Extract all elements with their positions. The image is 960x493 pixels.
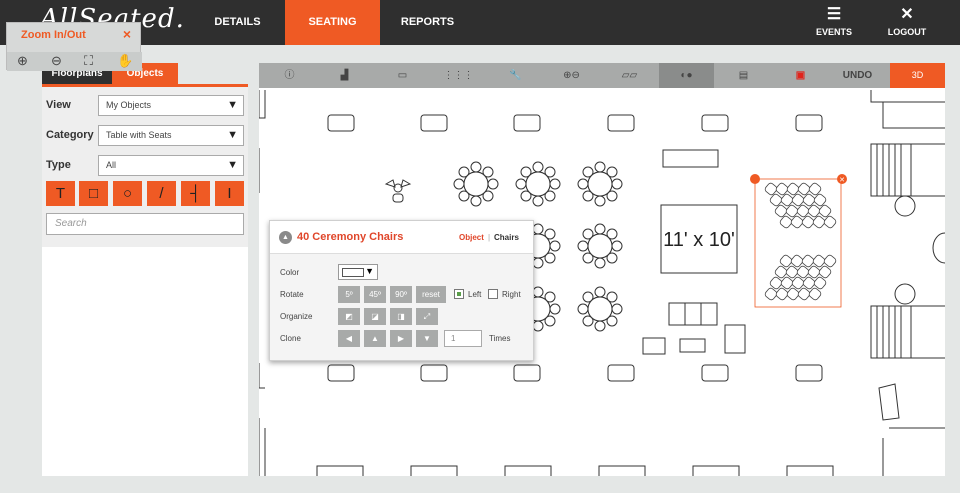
view-select-value: My Objects bbox=[106, 100, 152, 110]
left-checkbox[interactable] bbox=[454, 289, 464, 299]
info-icon[interactable]: ⓘ bbox=[262, 63, 317, 88]
color-picker[interactable]: ▼ bbox=[338, 264, 378, 280]
sidebar-filters: View My Objects ▼ Category Table with Se… bbox=[42, 87, 248, 247]
clone-count-input[interactable]: 1 bbox=[444, 330, 482, 347]
fit-screen-icon[interactable]: ⛶ bbox=[84, 53, 93, 69]
logout-label: LOGOUT bbox=[887, 27, 927, 37]
wall-tool-button[interactable]: ┤ bbox=[181, 181, 210, 206]
view-label: View bbox=[46, 99, 71, 111]
pan-hand-icon[interactable]: ✋ bbox=[117, 53, 133, 69]
svg-text:✕: ✕ bbox=[839, 176, 845, 184]
type-select-value: All bbox=[106, 160, 117, 170]
color-swatch bbox=[342, 268, 364, 277]
nav-tab-details[interactable]: DETAILS bbox=[195, 0, 280, 45]
chevron-down-icon: ▼ bbox=[227, 99, 238, 111]
type-select[interactable]: All ▼ bbox=[98, 155, 244, 176]
collapse-icon[interactable]: ▲ bbox=[279, 231, 292, 244]
undo-button[interactable]: UNDO bbox=[830, 63, 885, 88]
grid-icon[interactable]: ⋮⋮⋮ bbox=[431, 63, 486, 88]
pdf-icon[interactable]: ▣ bbox=[773, 63, 828, 88]
toggle-icon[interactable]: ◐● bbox=[659, 63, 714, 88]
clone-up-icon[interactable]: ▲ bbox=[364, 330, 386, 347]
zoom-out-icon[interactable]: ⊖ bbox=[51, 53, 62, 69]
canvas-toolbar: ⓘ ▟ ▭ ⋮⋮⋮ 🔧 ⊕⊖ ▱▱ ◐● ▤ ▣ UNDO 3D bbox=[259, 63, 945, 88]
rotate-reset-button[interactable]: reset bbox=[416, 286, 446, 303]
category-select[interactable]: Table with Seats ▼ bbox=[98, 125, 244, 146]
zoom-icon[interactable]: ⊕⊖ bbox=[544, 63, 599, 88]
view-select[interactable]: My Objects ▼ bbox=[98, 95, 244, 116]
rotate-5-button[interactable]: 5º bbox=[338, 286, 360, 303]
nav-tab-reports[interactable]: REPORTS bbox=[385, 0, 470, 45]
dialog-title: 40 Ceremony Chairs bbox=[297, 231, 404, 243]
right-checkbox-label: Right bbox=[502, 290, 521, 299]
zoom-in-icon[interactable]: ⊕ bbox=[17, 53, 28, 69]
pillar-tool-button[interactable]: I bbox=[215, 181, 244, 206]
numbering-icon[interactable]: ▱▱ bbox=[602, 63, 657, 88]
chevron-down-icon: ▼ bbox=[227, 159, 238, 171]
ellipse-tool-button[interactable]: ○ bbox=[113, 181, 142, 206]
objects-sidebar: Floorplans Objects View My Objects ▼ Cat… bbox=[42, 63, 248, 476]
events-label: EVENTS bbox=[815, 27, 852, 37]
search-input[interactable]: Search bbox=[46, 213, 244, 235]
clone-left-icon[interactable]: ◀ bbox=[338, 330, 360, 347]
zoom-tools: ⊕ ⊖ ⛶ ✋ bbox=[7, 52, 142, 71]
ruler-icon[interactable]: ▭ bbox=[375, 63, 430, 88]
zoom-popup: Zoom In/Out × ⊕ ⊖ ⛶ ✋ bbox=[6, 22, 142, 71]
dance-floor-label: 11' x 10' bbox=[663, 229, 735, 251]
view-3d-button[interactable]: 3D bbox=[890, 63, 945, 88]
logout-button[interactable]: ✕ LOGOUT bbox=[877, 6, 937, 37]
right-checkbox[interactable] bbox=[488, 289, 498, 299]
tab-chairs[interactable]: Chairs bbox=[494, 233, 519, 242]
zoom-popup-title: Zoom In/Out bbox=[21, 29, 86, 41]
wrench-icon[interactable]: 🔧 bbox=[488, 63, 543, 88]
clone-down-icon[interactable]: ▼ bbox=[416, 330, 438, 347]
category-label: Category bbox=[46, 129, 94, 141]
organize-top-left-icon[interactable]: ◩ bbox=[338, 308, 360, 325]
line-tool-button[interactable]: / bbox=[147, 181, 176, 206]
rectangle-tool-button[interactable]: □ bbox=[79, 181, 108, 206]
layout-icon[interactable]: ▟ bbox=[317, 63, 372, 88]
tab-separator: | bbox=[488, 233, 491, 242]
chevron-down-icon: ▼ bbox=[227, 129, 238, 141]
clone-label: Clone bbox=[280, 334, 301, 343]
shape-tools: T □ ○ / ┤ I bbox=[46, 181, 244, 206]
dialog-header: ▲ 40 Ceremony Chairs Object | Chairs bbox=[270, 221, 533, 254]
organize-top-icon[interactable]: ◪ bbox=[364, 308, 386, 325]
type-label: Type bbox=[46, 159, 71, 171]
object-properties-dialog: ▲ 40 Ceremony Chairs Object | Chairs Col… bbox=[269, 220, 534, 361]
rotate-label: Rotate bbox=[280, 290, 304, 299]
menu-icon: ☰ bbox=[826, 6, 842, 23]
events-button[interactable]: ☰ EVENTS bbox=[804, 6, 864, 37]
top-navigation-bar: AllSeated. DETAILS SEATING REPORTS ☰ EVE… bbox=[0, 0, 960, 45]
text-tool-button[interactable]: T bbox=[46, 181, 75, 206]
print-icon[interactable]: ▤ bbox=[716, 63, 771, 88]
tab-object[interactable]: Object bbox=[459, 233, 484, 242]
left-checkbox-label: Left bbox=[468, 290, 482, 299]
rotate-45-button[interactable]: 45º bbox=[364, 286, 386, 303]
nav-tab-seating[interactable]: SEATING bbox=[285, 0, 380, 45]
clone-right-icon[interactable]: ▶ bbox=[390, 330, 412, 347]
color-label: Color bbox=[280, 268, 300, 277]
organize-expand-icon[interactable]: ⤢ bbox=[416, 308, 438, 325]
rotate-90-button[interactable]: 90º bbox=[390, 286, 412, 303]
close-icon: ✕ bbox=[900, 6, 914, 23]
zoom-close-icon[interactable]: × bbox=[123, 26, 131, 42]
organize-top-right-icon[interactable]: ◨ bbox=[390, 308, 412, 325]
chevron-down-icon: ▼ bbox=[365, 266, 374, 276]
organize-label: Organize bbox=[280, 312, 313, 321]
category-select-value: Table with Seats bbox=[106, 130, 172, 140]
times-label: Times bbox=[489, 334, 511, 343]
